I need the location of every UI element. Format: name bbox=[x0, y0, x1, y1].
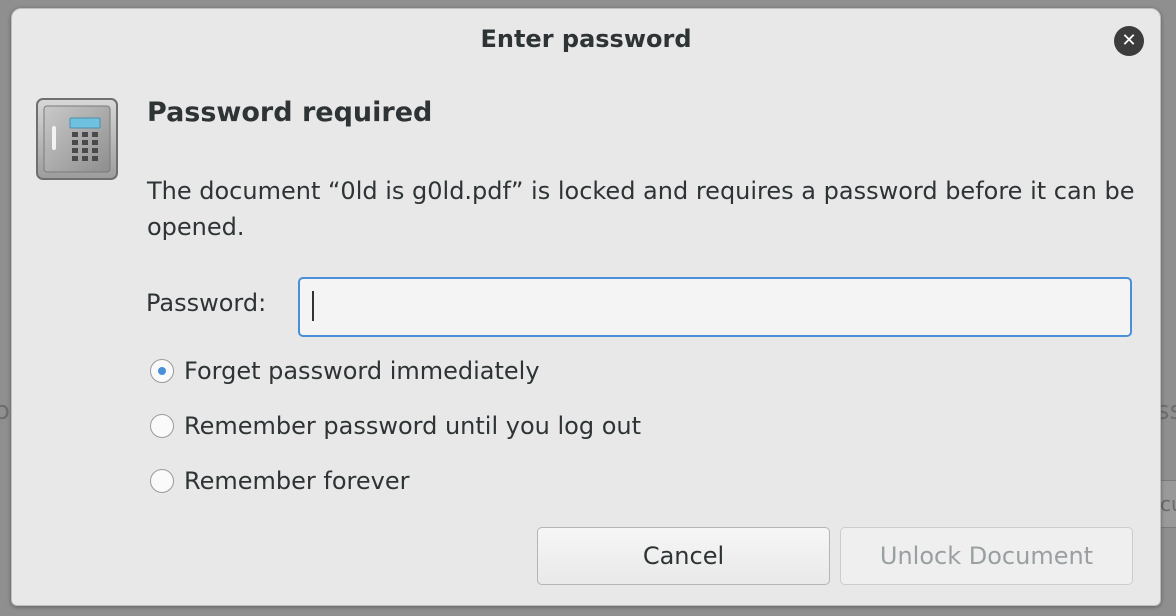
dialog-title: Enter password bbox=[480, 25, 692, 53]
radio-label: Forget password immediately bbox=[184, 357, 540, 385]
dialog-heading: Password required bbox=[147, 97, 433, 128]
dialog-message: The document “0ld is g0ld.pdf” is locked… bbox=[147, 177, 1135, 241]
password-input[interactable] bbox=[298, 277, 1132, 337]
dialog-titlebar: Enter password ✕ bbox=[12, 9, 1160, 73]
unlock-document-button[interactable]: Unlock Document bbox=[840, 527, 1133, 585]
radio-button[interactable] bbox=[150, 469, 174, 493]
radio-button-checked[interactable] bbox=[150, 359, 174, 383]
text-caret bbox=[312, 291, 314, 321]
safe-icon bbox=[36, 98, 118, 180]
cancel-button[interactable]: Cancel bbox=[537, 527, 830, 585]
password-label: Password: bbox=[146, 289, 267, 317]
close-icon[interactable]: ✕ bbox=[1114, 26, 1144, 56]
background-text-left: o bbox=[0, 396, 10, 426]
password-dialog: Enter password ✕ Password required The d… bbox=[11, 8, 1161, 606]
radio-label: Remember forever bbox=[184, 467, 410, 495]
radio-label: Remember password until you log out bbox=[184, 412, 641, 440]
radio-button[interactable] bbox=[150, 414, 174, 438]
